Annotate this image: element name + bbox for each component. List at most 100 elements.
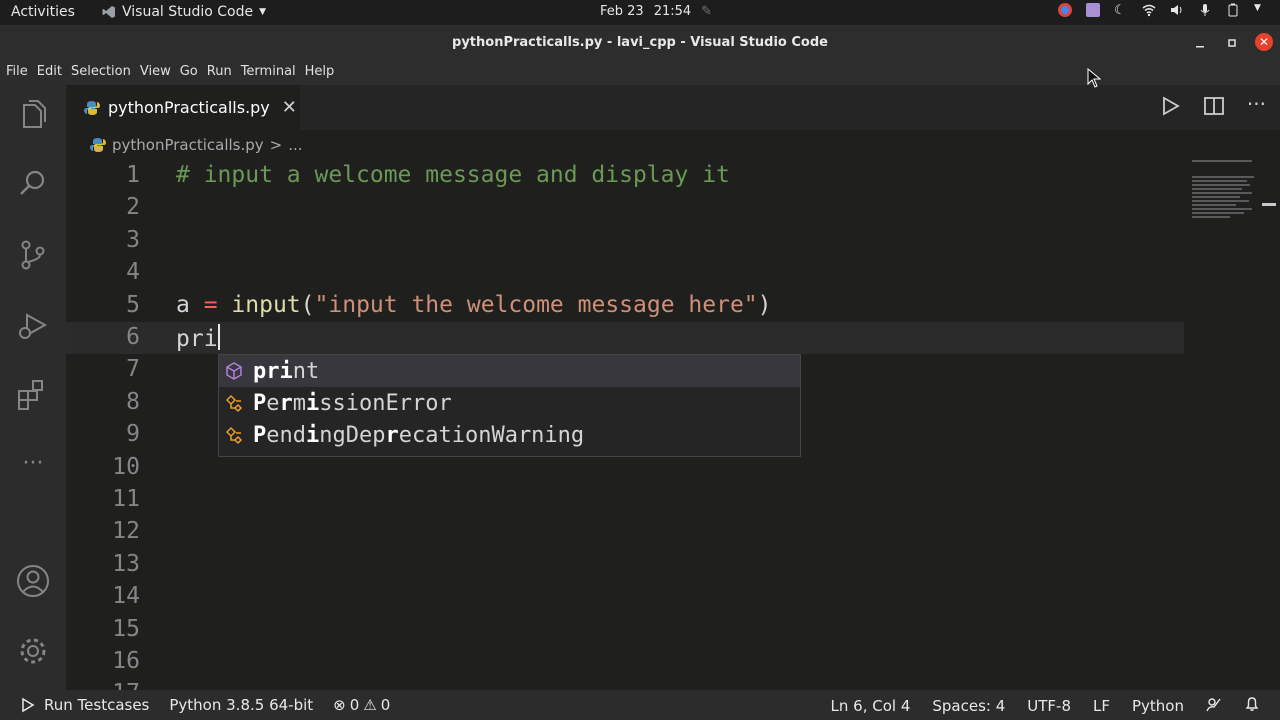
line-number: 13 [112,550,140,577]
code-line[interactable]: 14 [66,581,1184,613]
code-line[interactable]: 6 pri [66,322,1184,354]
menu-terminal[interactable]: Terminal [241,60,302,85]
breadcrumb-file[interactable]: pythonPracticalls.py [112,136,264,154]
line-number: 4 [126,259,140,286]
code-line[interactable]: 3 [66,225,1184,257]
menu-file[interactable]: File [6,60,34,85]
clock[interactable]: Feb 23 21:54 ✎ [600,4,712,19]
split-editor-icon[interactable] [1203,95,1225,121]
system-top-bar: Activities Visual Studio Code ▼ Feb 23 2… [0,0,1280,25]
line-number: 16 [112,648,140,674]
warning-count: 0 [380,696,391,714]
suggestion-item[interactable]: print [219,355,800,387]
method-cube-icon [226,362,242,380]
code-line[interactable]: 16 [66,646,1184,678]
line-number: 6 [126,324,140,350]
system-tray: ☾ ▼ [1058,3,1268,18]
end-of-line[interactable]: LF [1093,697,1110,715]
minimize-button[interactable] [1190,33,1210,53]
line-number: 9 [126,421,140,448]
line-number: 14 [112,583,140,610]
breadcrumb: pythonPracticalls.py > ... [90,134,303,156]
menu-go[interactable]: Go [180,60,204,85]
menu-edit[interactable]: Edit [37,60,68,85]
text-cursor [217,324,220,350]
chevron-down-icon: ▼ [259,7,267,17]
more-views-icon[interactable]: ··· [15,449,51,485]
menu-view[interactable]: View [140,60,177,85]
problems-indicator[interactable]: ⊗ 0 ⚠ 0 [333,696,390,714]
code-line[interactable]: 1 # input a welcome message and display i… [66,160,1184,192]
run-file-icon[interactable] [1159,95,1181,121]
close-window-button[interactable]: ✕ [1255,33,1273,51]
tab-python-file[interactable]: pythonPracticalls.py ✕ [66,85,300,130]
suggestion-label: PermissionError [253,390,452,416]
code-line[interactable]: 4 [66,257,1184,289]
code-line[interactable]: 12 [66,516,1184,548]
settings-gear-icon[interactable] [15,633,51,669]
editor-actions: ··· [1159,94,1266,121]
line-number: 10 [112,453,140,480]
mouse-pointer-icon [1087,68,1101,88]
play-icon [22,697,35,713]
scrollbar-thumb[interactable] [1262,203,1276,206]
python-interpreter[interactable]: Python 3.8.5 64-bit [169,696,313,714]
night-light-icon[interactable]: ☾ [1114,3,1128,18]
menu-selection[interactable]: Selection [71,60,137,85]
activities-button[interactable]: Activities [11,4,75,20]
indentation[interactable]: Spaces: 4 [932,697,1005,715]
cursor-position[interactable]: Ln 6, Col 4 [831,697,911,715]
close-tab-icon[interactable]: ✕ [282,97,297,118]
line-number: 8 [126,388,140,415]
notifications-bell-icon[interactable] [1244,696,1260,716]
app-menu[interactable]: Visual Studio Code ▼ [102,4,266,20]
minimap[interactable] [1192,160,1262,250]
accounts-icon[interactable] [15,563,51,599]
run-testcases-label: Run Testcases [44,696,150,714]
maximize-button[interactable] [1222,33,1242,53]
code-line[interactable]: 13 [66,549,1184,581]
code-line[interactable]: 2 [66,192,1184,224]
vscode-icon [102,6,115,18]
code-line[interactable]: 15 [66,614,1184,646]
more-actions-icon[interactable]: ··· [1247,94,1266,121]
run-testcases-button[interactable]: Run Testcases [20,696,149,714]
suggestion-item[interactable]: PermissionError [219,387,800,419]
menu-run[interactable]: Run [207,60,238,85]
menu-help[interactable]: Help [305,60,341,85]
line-number: 12 [112,518,140,545]
source-control-icon[interactable] [15,237,51,273]
microphone-icon[interactable] [1198,3,1212,17]
volume-icon[interactable] [1170,3,1184,17]
suggestion-item[interactable]: PendingDeprecationWarning [219,419,800,451]
window-title: pythonPracticalls.py - lavi_cpp - Visual… [452,35,828,50]
screen-recorder-icon[interactable] [1086,3,1100,17]
breadcrumb-more[interactable]: ... [288,136,302,154]
line-number: 7 [126,356,140,383]
breadcrumb-separator: > [269,136,283,154]
error-icon: ⊗ [333,696,346,714]
suggestion-label: PendingDeprecationWarning [253,422,585,448]
language-mode[interactable]: Python [1132,697,1184,715]
class-icon [225,394,243,413]
extensions-icon[interactable] [15,377,51,413]
feedback-icon[interactable] [1206,696,1222,716]
line-code: pri [176,324,220,352]
line-number: 1 [126,162,140,188]
window-title-bar: pythonPracticalls.py - lavi_cpp - Visual… [0,25,1280,60]
suggestion-label: print [253,358,320,384]
code-line[interactable]: 11 [66,484,1184,516]
explorer-icon[interactable] [15,97,51,133]
encoding[interactable]: UTF-8 [1027,697,1071,715]
app-menu-label: Visual Studio Code [122,4,254,20]
code-line[interactable]: 5 a = input("input the welcome message he… [66,290,1184,322]
chrome-icon[interactable] [1058,3,1072,17]
system-menu-chevron-icon[interactable]: ▼ [1254,3,1268,17]
code-line[interactable]: 17 [66,678,1184,690]
wifi-icon[interactable] [1142,3,1156,17]
search-icon[interactable] [15,165,51,201]
run-debug-icon[interactable] [15,307,51,343]
battery-icon[interactable] [1226,3,1240,17]
line-number: 15 [112,615,140,642]
line-number: 2 [126,194,140,221]
